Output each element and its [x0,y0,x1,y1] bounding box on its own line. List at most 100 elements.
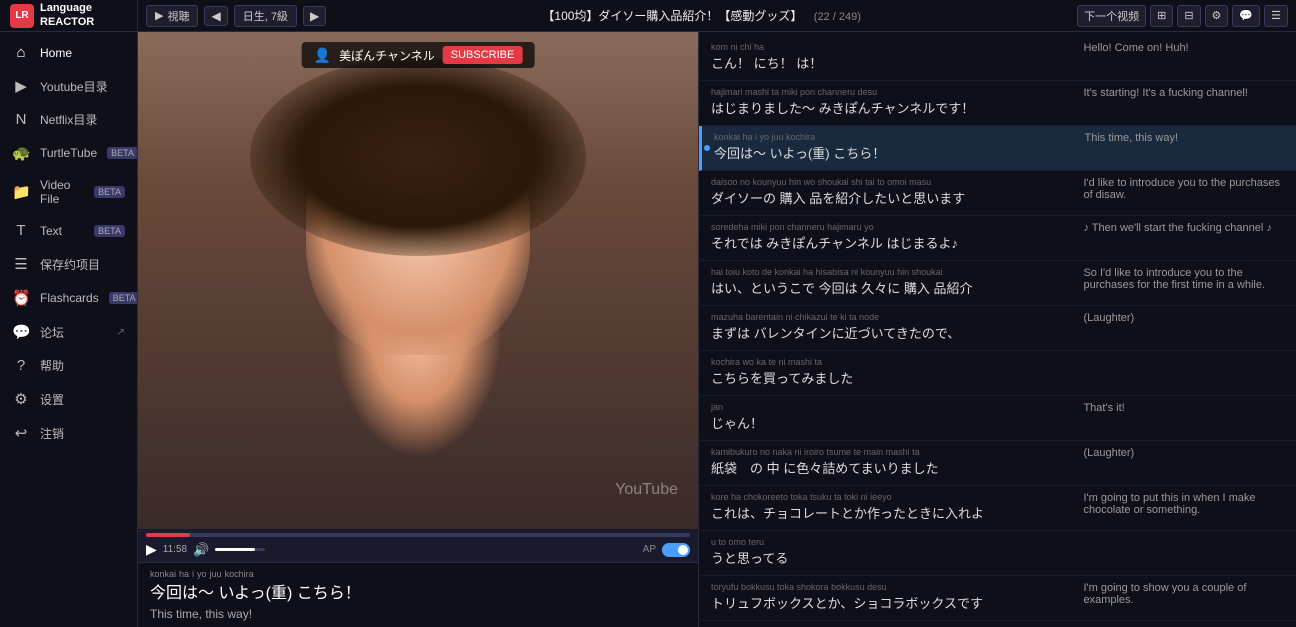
netflix-icon: N [12,111,30,128]
subtitle-entry[interactable]: kore ha chokoreeto toka tsuku ta toki ni… [699,486,1296,531]
ap-toggle[interactable] [662,543,690,557]
current-japanese: 今回は～ いよっ(重) こちら！ [150,579,686,603]
furigana-word: ha [179,569,189,579]
layout-grid2-button[interactable]: ⊞ [1150,5,1173,27]
channel-name: 美ぽんチャンネル [339,47,435,64]
sidebar-item-forum[interactable]: 💬 论坛↗ [0,315,137,349]
subtitle-translation: I'm going to show you a couple of exampl… [1083,582,1284,614]
subtitle-entry[interactable]: daisoo no kounyuu hin wo shoukai shi tai… [699,171,1296,216]
subtitle-entry[interactable]: soredeha miki pon channeru hajimaru yoそれ… [699,216,1296,261]
sidebar-item-logout[interactable]: ↩ 注销 [0,416,137,450]
subtitle-entry[interactable]: hai toiu koto de konkai ha hisabisa ni k… [699,261,1296,306]
video-container[interactable]: 👤 美ぽんチャンネル SUBSCRIBE YouTube [138,32,698,529]
subtitle-entry[interactable]: janじゃん！That's it! [699,396,1296,441]
subtitle-entry[interactable]: mazuha barentain ni chikazui te ki ta no… [699,306,1296,351]
subtitle-japanese: 紙袋 の 中 に色々詰めてまいりました [711,458,1071,477]
furigana-word: kochira [225,569,254,579]
sidebar-item-saved[interactable]: ☰ 保存约项目 [0,247,137,281]
sidebar-item-settings[interactable]: ⚙ 设置 [0,382,137,416]
settings-button[interactable]: ⚙ [1205,5,1229,27]
volume-bar[interactable] [215,548,265,551]
subtitle-entry[interactable]: konkai ha i yo juu kochira今回は～ いよっ(重) こち… [699,126,1296,171]
furigana-row: konkaihaiyojuukochira [150,569,686,579]
badge-text: BETA [94,225,125,237]
subtitle-translation [1083,357,1284,389]
sidebar-item-videofile[interactable]: 📁 Video FileBETA [0,170,137,214]
progress-bar[interactable] [146,533,690,537]
furigana-word: juu [210,569,222,579]
time-display: 11:58 [163,544,187,555]
video-controls: ▶ 11:58 🔊 AP [138,529,698,562]
sidebar-item-turtletube[interactable]: 🐢 TurtleTubeBETA [0,136,137,170]
subtitle-entry[interactable]: kom ni chi haこん！ にち！ は！Hello! Come on! H… [699,36,1296,81]
main-content: ▶ 視聴 ◀ 日生, 7級 ▶ 【100均】ダイソー購入品紹介！【感動グッズ】 … [138,0,1296,627]
sidebar-item-text[interactable]: T TextBETA [0,214,137,247]
subtitle-furi: hajimari mashi ta miki pon channeru desu [711,87,1071,97]
subtitle-jp-block: janじゃん！ [711,402,1071,434]
badge-flashcards: BETA [109,292,137,304]
sidebar-label-turtletube: TurtleTube [40,146,97,160]
video-title: 【100均】ダイソー購入品紹介！【感動グッズ】 (22 / 249) [332,7,1071,24]
sidebar-item-netflix[interactable]: N Netflix目录 [0,103,137,136]
subtitle-entry[interactable]: u to omo teruうと思ってる [699,531,1296,576]
logout-icon: ↩ [12,424,30,442]
subtitle-furi: toryufu bokkusu toka shokora bokkusu des… [711,582,1071,592]
channel-icon: 👤 [314,47,331,64]
subtitle-furi: konkai ha i yo juu kochira [714,132,1073,142]
current-translation: This time, this way! [150,607,686,621]
next-video-button[interactable]: 下一个视频 [1077,5,1146,27]
ext-icon-forum: ↗ [117,327,125,338]
settings-icon: ⚙ [12,390,30,408]
subtitle-japanese: 今回は～ いよっ(重) こちら！ [714,143,1073,162]
layout-grid4-button[interactable]: ⊟ [1177,5,1200,27]
subtitle-jp-block: hai toiu koto de konkai ha hisabisa ni k… [711,267,1071,299]
subtitle-furi: jan [711,402,1071,412]
volume-icon[interactable]: 🔊 [193,542,209,558]
subscribe-button[interactable]: SUBSCRIBE [443,46,523,64]
sidebar-label-flashcards: Flashcards [40,291,99,305]
subtitle-jp-block: konkai ha i yo juu kochira今回は～ いよっ(重) こち… [714,132,1073,164]
nav-forward-button[interactable]: ▶ [303,6,326,26]
subtitle-translation: (Laughter) [1083,312,1284,344]
sidebar-item-flashcards[interactable]: ⏰ Flashcards BETA [0,281,137,315]
subtitle-furi: soredeha miki pon channeru hajimaru yo [711,222,1071,232]
sidebar-item-home[interactable]: ⌂ Home [0,36,137,69]
app-logo-text: Language REACTOR [40,2,127,28]
subtitle-furi: kore ha chokoreeto toka tsuku ta toki ni… [711,492,1071,502]
sidebar-item-help[interactable]: ? 帮助 [0,349,137,382]
nav-back-button[interactable]: ◀ [204,6,227,26]
subtitle-furi: daisoo no kounyuu hin wo shoukai shi tai… [711,177,1071,187]
subtitle-japanese: こん！ にち！ は！ [711,53,1071,72]
flashcards-icon: ⏰ [12,289,30,307]
sidebar-item-youtube[interactable]: ▶ Youtube目录 [0,69,137,103]
subtitle-entry[interactable]: kamibukuro no naka ni iroiro tsume te ma… [699,441,1296,486]
subtitle-japanese: これは、チョコレートとか作ったときに入れよ [711,503,1071,522]
logo-area: LR Language REACTOR [0,0,137,32]
subtitle-jp-block: toryufu bokkusu toka shokora bokkusu des… [711,582,1071,614]
current-subtitle-panel: konkaihaiyojuukochira 今回は～ いよっ(重) こちら！ T… [138,562,698,627]
browse-button[interactable]: ▶ 視聴 [146,5,198,27]
menu-button[interactable]: ☰ [1264,5,1288,27]
subtitle-jp-block: kamibukuro no naka ni iroiro tsume te ma… [711,447,1071,479]
subtitle-entry[interactable]: konna kanji no shirpuru na iremono tokaこ… [699,621,1296,627]
home-icon: ⌂ [12,44,30,61]
subtitle-translation: I'd like to introduce you to the purchas… [1083,177,1284,209]
sidebar-label-settings: 设置 [40,391,125,408]
subtitle-jp-block: daisoo no kounyuu hin wo shoukai shi tai… [711,177,1071,209]
subtitle-japanese: それでは みきぽんチャンネル はじまるよ♪ [711,233,1071,252]
subtitle-entry[interactable]: hajimari mashi ta miki pon channeru desu… [699,81,1296,126]
sidebar-label-forum: 论坛 [40,324,107,341]
subtitle-list[interactable]: kom ni chi haこん！ にち！ は！Hello! Come on! H… [699,32,1296,627]
subtitle-jp-block: kore ha chokoreeto toka tsuku ta toki ni… [711,492,1071,524]
chat-button[interactable]: 💬 [1232,5,1260,27]
subtitle-translation: ♪ Then we'll start the fucking channel ♪ [1083,222,1284,254]
subtitle-entry[interactable]: kochira wo ka te ni mashi taこちらを買ってみました [699,351,1296,396]
subtitle-japanese: こちらを買ってみました [711,368,1071,387]
subtitle-translation: (Laughter) [1083,447,1284,479]
play-button[interactable]: ▶ [146,541,157,558]
subtitle-entry[interactable]: toryufu bokkusu toka shokora bokkusu des… [699,576,1296,621]
video-panel: 👤 美ぽんチャンネル SUBSCRIBE YouTube ▶ 11:58 🔊 [138,32,698,627]
ap-label: AP [643,544,656,555]
subtitle-jp-block: mazuha barentain ni chikazui te ki ta no… [711,312,1071,344]
turtletube-icon: 🐢 [12,144,30,162]
